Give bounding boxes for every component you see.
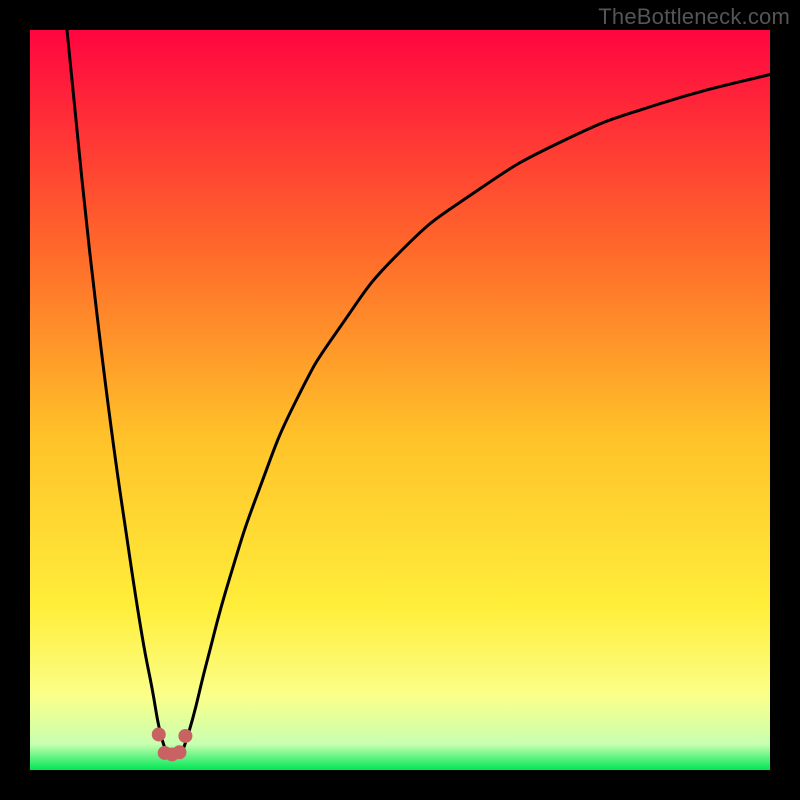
watermark-text: TheBottleneck.com — [598, 4, 790, 30]
chart-frame: TheBottleneck.com — [0, 0, 800, 800]
cusp-marker — [152, 727, 166, 741]
gradient-background — [30, 30, 770, 770]
cusp-marker — [172, 745, 186, 759]
cusp-marker — [178, 729, 192, 743]
chart-svg — [30, 30, 770, 770]
plot-area — [30, 30, 770, 770]
